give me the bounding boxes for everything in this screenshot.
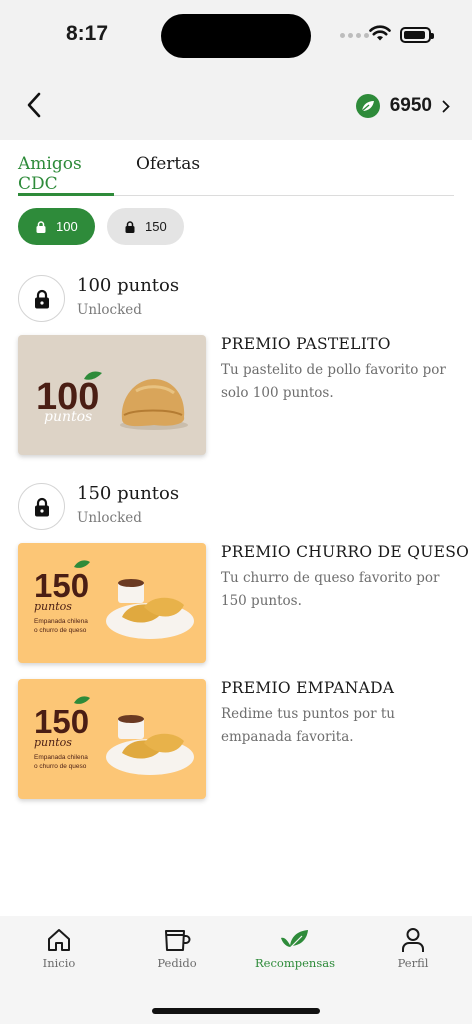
- lock-icon: [34, 289, 49, 308]
- image-caption: Empanada chilena: [34, 618, 88, 625]
- nav-label: Perfil: [397, 956, 429, 970]
- image-caption: o churro de queso: [34, 763, 87, 770]
- image-caption: o churro de queso: [34, 627, 87, 634]
- back-button[interactable]: [22, 90, 48, 120]
- dynamic-island: [161, 14, 311, 58]
- image-script-text: puntos: [44, 409, 92, 425]
- person-icon: [402, 928, 424, 952]
- image-script-text: puntos: [34, 600, 72, 613]
- status-bar: 8:17: [0, 0, 472, 72]
- filter-chip-label: 100: [56, 219, 78, 234]
- tab-ofertas[interactable]: Ofertas: [136, 154, 200, 196]
- reward-title: PREMIO EMPANADA: [221, 679, 395, 697]
- points-filter: 100 150: [18, 208, 184, 245]
- points-value: 6950: [389, 95, 432, 116]
- lock-icon: [34, 497, 49, 516]
- header: 6950: [0, 72, 472, 140]
- tier-status: Unlocked: [77, 510, 142, 526]
- signal-icon: [340, 33, 369, 38]
- home-icon: [48, 929, 70, 951]
- nav-perfil[interactable]: Perfil: [354, 926, 472, 970]
- nav-label: Pedido: [157, 956, 197, 970]
- home-indicator: [152, 1008, 320, 1014]
- reward-image: 100 puntos: [18, 335, 206, 455]
- tier-lock-badge: [18, 483, 65, 530]
- tier-title: 150 puntos: [77, 483, 180, 504]
- tier-status: Unlocked: [77, 302, 142, 318]
- rewards-tabs: Amigos CDC Ofertas: [18, 140, 454, 196]
- tier-title: 100 puntos: [77, 275, 180, 296]
- cup-icon: [165, 930, 191, 951]
- filter-chip-label: 150: [145, 219, 167, 234]
- tab-amigos-cdc[interactable]: Amigos CDC: [18, 154, 114, 196]
- battery-icon: [400, 27, 434, 43]
- nav-recompensas[interactable]: Recompensas: [236, 926, 354, 970]
- reward-description: Tu pastelito de pollo favorito por solo …: [221, 362, 446, 401]
- bottom-tab-bar: Inicio Pedido Recompensas Perfil: [0, 916, 472, 1024]
- lock-icon: [36, 220, 46, 233]
- reward-card-empanada[interactable]: 150 puntos Empanada chilena o churro de …: [18, 679, 454, 799]
- nav-inicio[interactable]: Inicio: [0, 926, 118, 970]
- reward-card-churro[interactable]: 150 puntos Empanada chilena o churro de …: [18, 543, 469, 663]
- lock-icon: [125, 220, 135, 233]
- reward-card-pastelito[interactable]: 100 puntos PREMIO PASTELITO Tu pastelito…: [18, 335, 454, 455]
- image-big-number: 150: [34, 567, 89, 604]
- rewards-content: Amigos CDC Ofertas 100 150 100 puntos Un…: [0, 140, 472, 916]
- filter-chip-150[interactable]: 150: [107, 208, 184, 245]
- image-script-text: puntos: [34, 736, 72, 749]
- reward-image: 150 puntos Empanada chilena o churro de …: [18, 679, 206, 799]
- nav-label: Recompensas: [255, 956, 335, 970]
- reward-description: Tu churro de queso favorito por 150 punt…: [221, 570, 440, 609]
- image-big-number: 150: [34, 703, 89, 740]
- reward-title: PREMIO PASTELITO: [221, 335, 391, 353]
- tier-header-150: 150 puntos Unlocked: [18, 483, 179, 530]
- tier-lock-badge: [18, 275, 65, 322]
- tier-header-100: 100 puntos Unlocked: [18, 275, 179, 322]
- leaf-icon: [355, 94, 380, 118]
- chevron-right-icon: [442, 100, 450, 112]
- nav-pedido[interactable]: Pedido: [118, 926, 236, 970]
- points-balance[interactable]: 6950: [355, 94, 450, 118]
- status-time: 8:17: [66, 22, 109, 45]
- reward-image: 150 puntos Empanada chilena o churro de …: [18, 543, 206, 663]
- leaf-icon: [281, 930, 308, 948]
- filter-chip-100[interactable]: 100: [18, 208, 95, 245]
- nav-label: Inicio: [42, 956, 76, 970]
- reward-description: Redime tus puntos por tu empanada favori…: [221, 706, 395, 745]
- image-caption: Empanada chilena: [34, 754, 88, 761]
- reward-title: PREMIO CHURRO DE QUESO: [221, 543, 470, 561]
- wifi-icon: [369, 25, 391, 41]
